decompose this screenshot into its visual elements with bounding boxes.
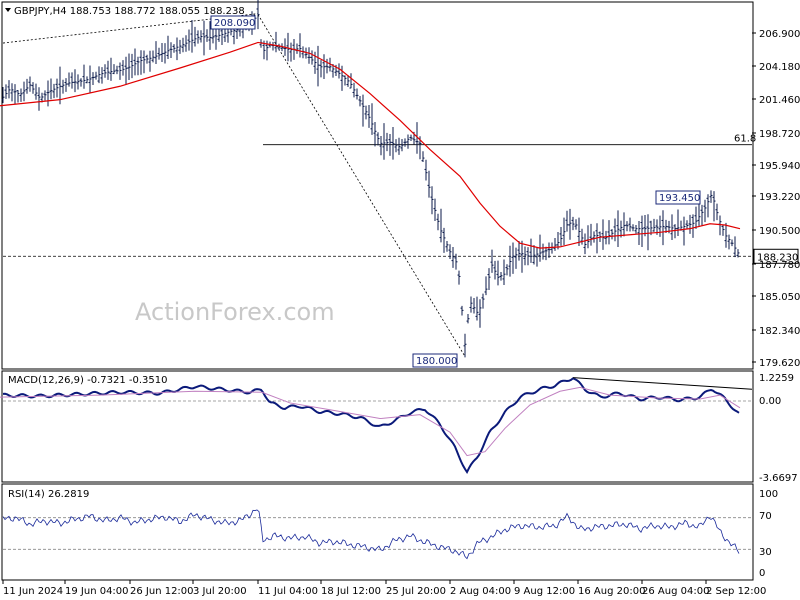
x-tick-label: 26 Jun 12:00 [130, 586, 194, 597]
x-tick-label: 18 Jul 12:00 [321, 586, 381, 597]
price-y-tick: 190.500 [759, 226, 800, 237]
x-tick-label: 25 Jul 20:00 [386, 586, 446, 597]
x-tick-label: 2 Aug 04:00 [450, 586, 511, 597]
x-tick-label: 19 Jun 04:00 [65, 586, 129, 597]
rsi-y-tick: 30 [759, 547, 772, 558]
swing-label: 193.450 [659, 193, 700, 204]
x-tick-label: 26 Aug 04:00 [642, 586, 709, 597]
x-tick-label: 2 Sep 12:00 [706, 586, 766, 597]
price-y-tick: 195.940 [759, 161, 800, 172]
price-y-tick: 187.780 [759, 260, 800, 271]
price-y-tick: 201.460 [759, 95, 800, 106]
macd-y-tick: 1.2259 [759, 373, 794, 384]
macd-panel-title: MACD(12,26,9) -0.7321 -0.3510 [8, 375, 168, 386]
price-y-tick: 185.050 [759, 292, 800, 303]
rsi-panel-title: RSI(14) 26.2819 [8, 489, 89, 500]
price-y-tick: 182.340 [759, 326, 800, 337]
x-tick-label: 3 Jul 20:00 [193, 586, 247, 597]
x-tick-label: 16 Aug 20:00 [578, 586, 645, 597]
x-tick-label: 11 Jun 2024 [3, 586, 63, 597]
x-tick-label: 9 Aug 12:00 [514, 586, 575, 597]
price-y-tick: 198.720 [759, 129, 800, 140]
rsi-y-tick: 70 [759, 511, 772, 522]
watermark: ActionForex.com [135, 298, 335, 326]
price-y-tick: 179.620 [759, 358, 800, 369]
price-panel-title: GBPJPY,H4 188.753 188.772 188.055 188.23… [14, 6, 245, 17]
fib-level-label: 61.8 [734, 134, 756, 145]
price-y-tick: 204.180 [759, 62, 800, 73]
price-y-tick: 193.220 [759, 192, 800, 203]
x-tick-label: 11 Jul 04:00 [258, 586, 318, 597]
chart-canvas: ActionForex.com GBPJPY,H4 188.753 188.77… [0, 0, 800, 600]
rsi-y-tick: 0 [759, 568, 765, 579]
high-label: 208.090 [214, 18, 255, 29]
macd-y-tick: 0.00 [759, 396, 781, 407]
price-y-tick: 206.900 [759, 29, 800, 40]
low-label: 180.000 [416, 356, 457, 367]
rsi-y-tick: 100 [759, 489, 778, 500]
macd-y-tick: -3.6697 [759, 473, 798, 484]
